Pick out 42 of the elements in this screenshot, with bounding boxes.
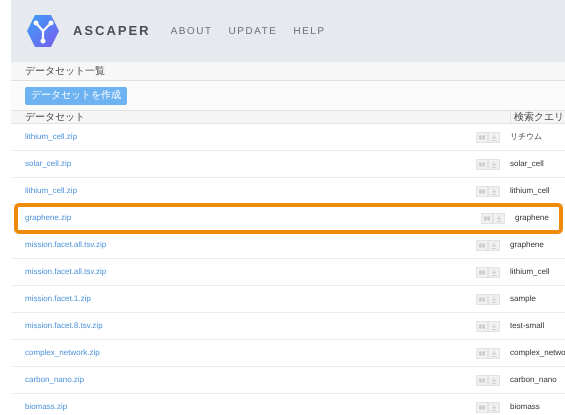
download-icon[interactable] — [488, 294, 500, 304]
download-icon[interactable] — [488, 186, 500, 196]
dataset-link[interactable]: lithium_cell.zip — [11, 131, 476, 143]
download-icon[interactable] — [488, 374, 500, 386]
query-cell-text: test-small — [510, 320, 546, 332]
download-icon[interactable] — [493, 212, 505, 224]
query-cell-text: sample — [510, 293, 537, 305]
nav-link[interactable]: UPDATE — [228, 24, 278, 38]
nav-link[interactable]: HELP — [293, 24, 326, 38]
download-icon[interactable] — [488, 402, 500, 412]
query-cell-text: graphene — [515, 212, 550, 224]
download-icon[interactable] — [488, 266, 500, 278]
column-header: 検索クエリ — [510, 110, 565, 124]
brand-name: ASCAPER — [73, 22, 151, 40]
query-cell-text: lithium_cell — [510, 185, 551, 197]
download-icon[interactable] — [488, 132, 500, 142]
nav-link[interactable]: ABOUT — [170, 24, 213, 38]
column-header: データセット — [24, 110, 86, 124]
dataset-link[interactable]: lithium_cell.zip — [11, 185, 476, 197]
download-icon[interactable] — [488, 348, 500, 358]
query-cell-text: solar_cell — [510, 158, 545, 170]
breadcrumb: データセット一覧 — [25, 64, 105, 78]
download-icon[interactable] — [488, 240, 500, 250]
dataset-link[interactable]: mission.facet.1.zip — [11, 293, 476, 305]
dataset-link[interactable]: mission.facet.all.tsv.zip — [11, 239, 476, 251]
query-cell-text: リチウム — [510, 131, 543, 143]
query-cell-text: graphene — [510, 239, 545, 251]
dataset-link[interactable]: mission.facet.all.tsv.zip — [11, 266, 476, 278]
dataset-link[interactable]: carbon_nano.zip — [11, 374, 476, 386]
query-cell-text: lithium_cell — [510, 266, 551, 278]
dataset-link[interactable]: graphene.zip — [16, 212, 481, 224]
dataset-link[interactable]: mission.facet.8.tsv.zip — [11, 320, 476, 332]
query-cell-text: biomass — [510, 401, 541, 413]
query-cell: complex_netwo — [510, 347, 565, 359]
dataset-link[interactable]: biomass.zip — [11, 401, 476, 413]
hexagon-logo-icon — [25, 13, 61, 49]
dataset-link[interactable]: complex_network.zip — [11, 347, 476, 359]
query-cell-text: carbon_nano — [510, 374, 558, 386]
download-icon[interactable] — [488, 320, 500, 332]
create-dataset-button[interactable]: データセットを作成 — [25, 86, 127, 104]
dataset-link[interactable]: solar_cell.zip — [11, 158, 476, 170]
download-icon[interactable] — [488, 158, 500, 170]
